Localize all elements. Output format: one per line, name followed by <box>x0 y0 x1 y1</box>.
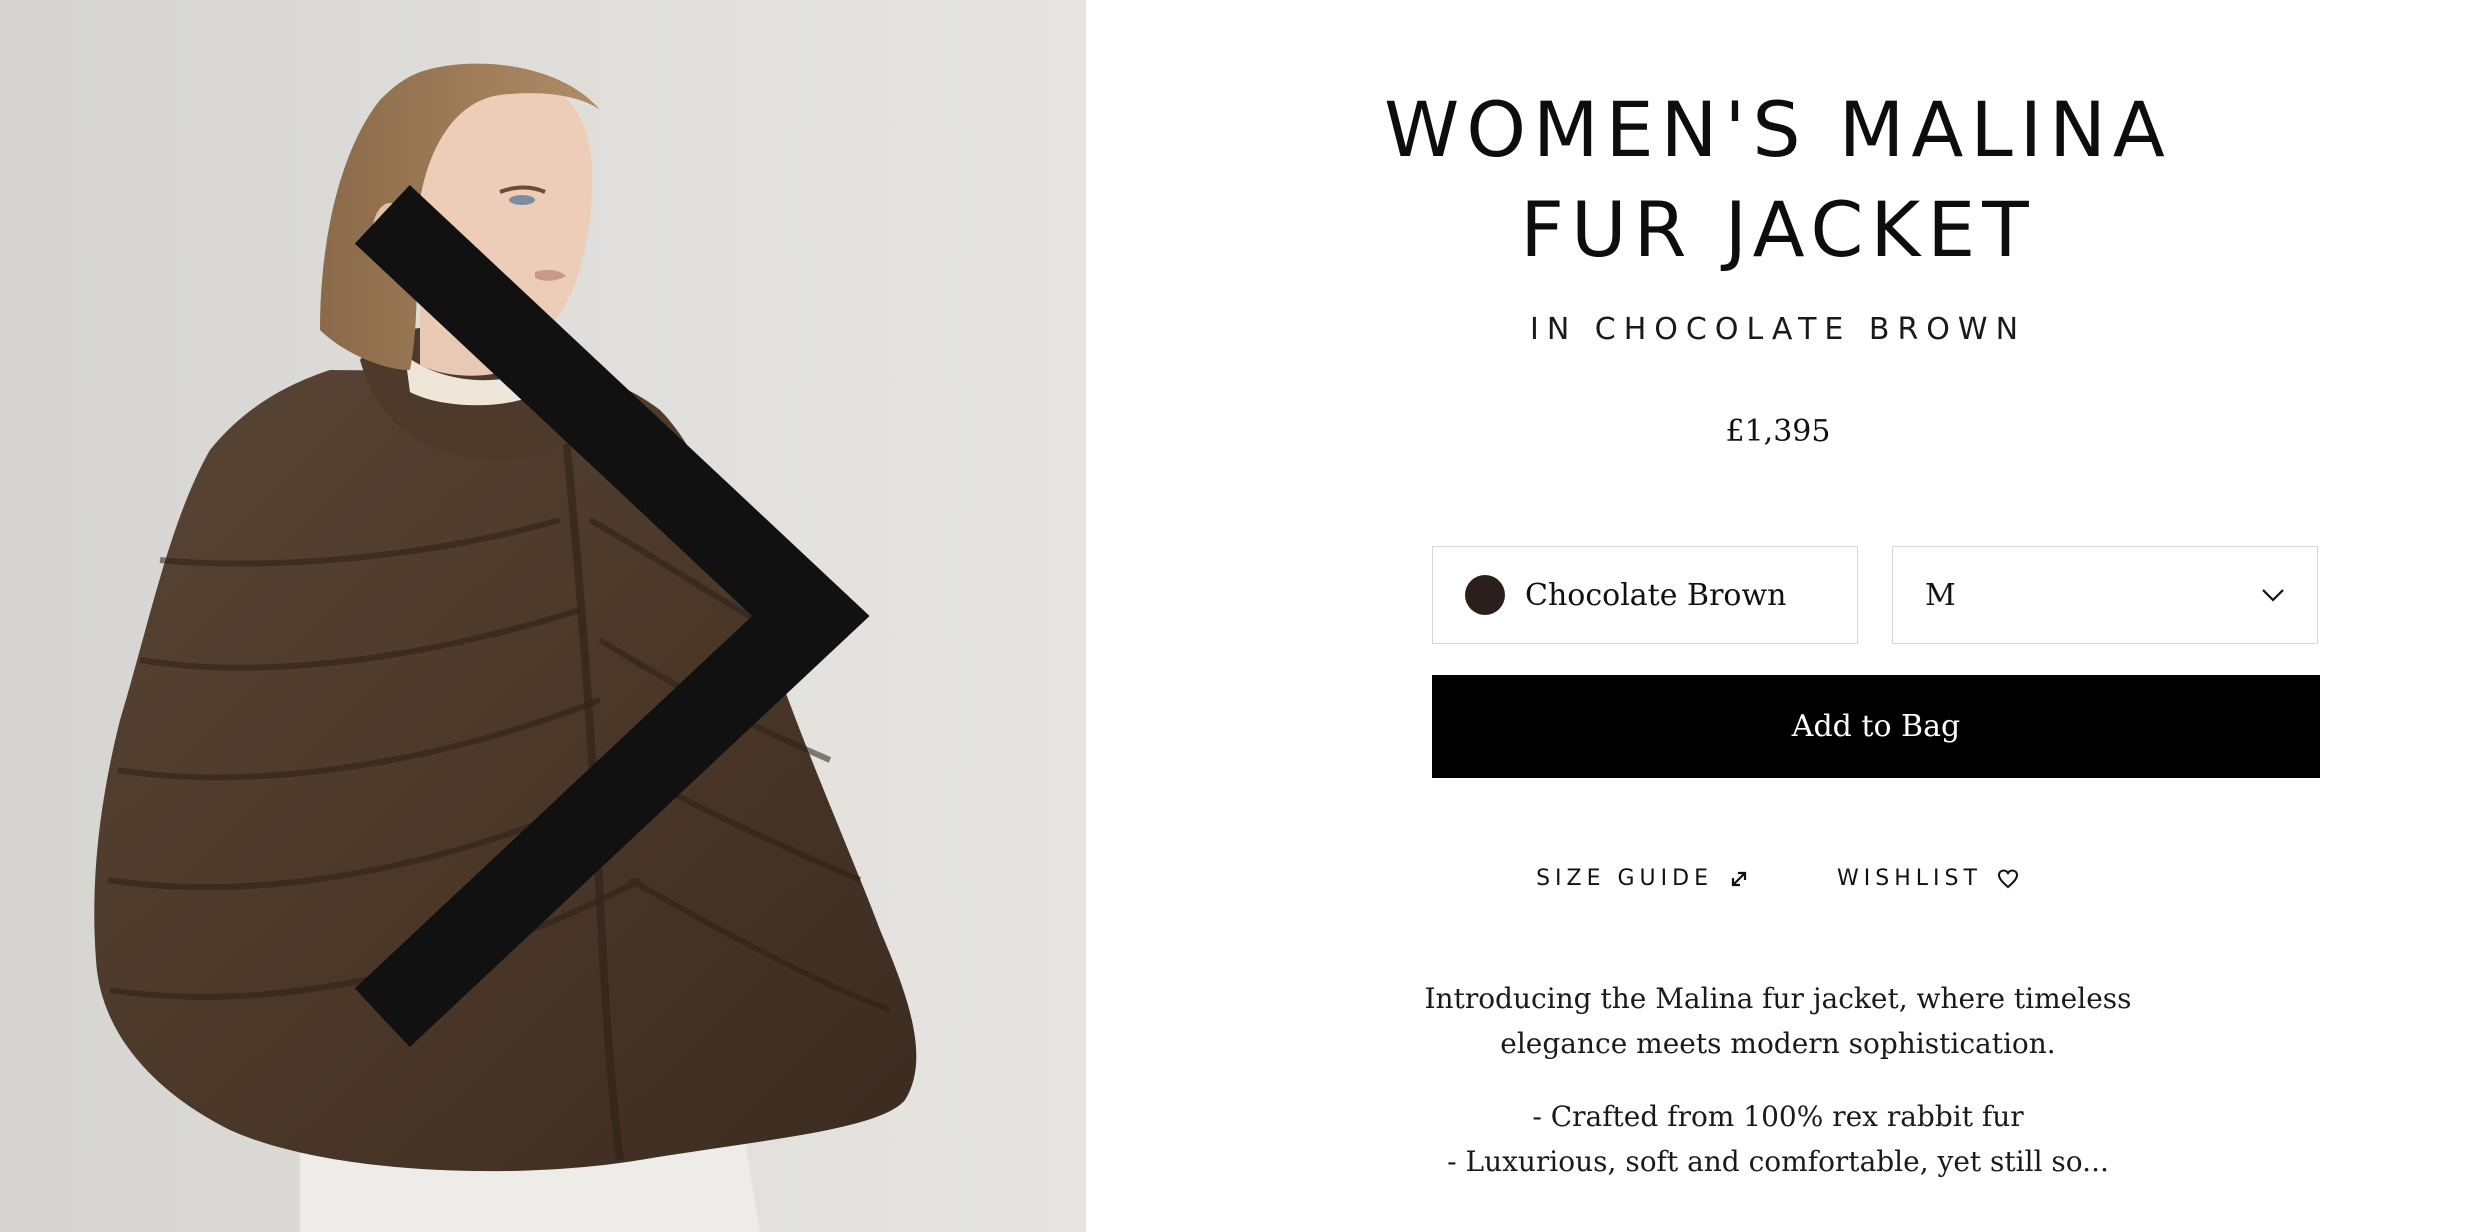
product-title: WOMEN'S MALINA FUR JACKET <box>988 80 2470 280</box>
size-selector-value: M <box>1925 577 1956 613</box>
product-title-line-2: FUR JACKET <box>1520 185 2036 274</box>
description-bullets: - Crafted from 100% rex rabbit fur - Lux… <box>988 1094 2470 1184</box>
chevron-down-icon <box>2262 589 2284 602</box>
product-links: SIZE GUIDE WISHLIST <box>988 866 2470 891</box>
color-selector-label: Chocolate Brown <box>1525 577 1787 613</box>
description-bullet: - Luxurious, soft and comfortable, yet s… <box>1447 1145 2109 1178</box>
product-page: WOMEN'S MALINA FUR JACKET IN CHOCOLATE B… <box>0 0 2470 1232</box>
product-color-subtitle: IN CHOCOLATE BROWN <box>1529 312 2027 347</box>
wishlist-link[interactable]: WISHLIST <box>1837 866 2020 891</box>
add-to-bag-button[interactable]: Add to Bag <box>1432 675 2320 778</box>
product-description: Introducing the Malina fur jacket, where… <box>988 976 2470 1184</box>
product-image-gallery <box>0 0 1086 1232</box>
color-swatch <box>1465 575 1505 615</box>
size-guide-label: SIZE GUIDE <box>1536 866 1713 891</box>
size-guide-link[interactable]: SIZE GUIDE <box>1536 866 1751 891</box>
color-selector[interactable]: Chocolate Brown <box>1432 546 1858 644</box>
product-info-panel: WOMEN'S MALINA FUR JACKET IN CHOCOLATE B… <box>1086 0 2470 1232</box>
product-title-line-1: WOMEN'S MALINA <box>1384 85 2172 174</box>
wishlist-label: WISHLIST <box>1837 866 1982 891</box>
product-price: £1,395 <box>1725 414 1831 449</box>
next-image-arrow[interactable] <box>0 0 1086 1232</box>
resize-arrows-icon <box>1731 871 1747 886</box>
size-selector[interactable]: M <box>1892 546 2318 644</box>
heart-icon <box>1997 868 2018 888</box>
description-bullet: - Crafted from 100% rex rabbit fur <box>1532 1100 2024 1133</box>
description-intro: Introducing the Malina fur jacket, where… <box>1424 982 2132 1060</box>
